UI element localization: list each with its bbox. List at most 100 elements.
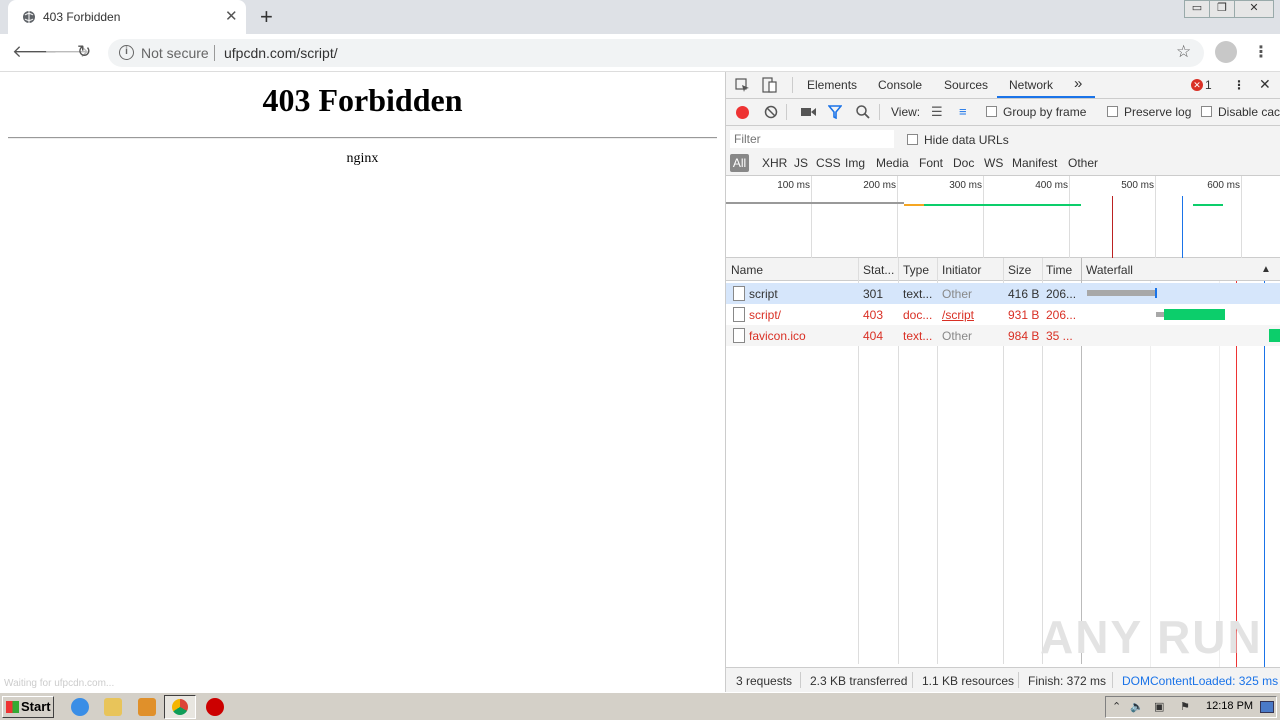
tab-sources[interactable]: Sources: [944, 78, 988, 92]
list-view-icon[interactable]: ☰: [931, 104, 943, 120]
not-secure-label[interactable]: Not secure: [141, 45, 209, 61]
table-row[interactable]: favicon.ico 404 text... Other 984 B 35 .…: [726, 325, 1280, 346]
hide-data-urls-checkbox[interactable]: Hide data URLs: [907, 133, 1009, 147]
address-bar[interactable]: i Not secure ufpcdn.com/script/ ☆: [108, 39, 1204, 67]
inspect-element-icon[interactable]: [735, 78, 750, 93]
column-initiator[interactable]: Initiator: [942, 263, 981, 277]
info-icon[interactable]: i: [119, 45, 134, 60]
media-player-icon[interactable]: [138, 698, 156, 716]
waterfall-bar: [1164, 309, 1225, 320]
show-desktop-icon[interactable]: [1260, 701, 1274, 713]
window-close-button[interactable]: ✕: [1234, 0, 1274, 18]
request-time: 35 ...: [1046, 329, 1073, 343]
tab-network[interactable]: Network: [1009, 78, 1053, 92]
new-tab-button[interactable]: +: [260, 4, 273, 30]
request-status: 403: [863, 308, 884, 322]
tab-elements[interactable]: Elements: [807, 78, 857, 92]
flag-icon[interactable]: ⚑: [1180, 700, 1190, 713]
group-by-frame-checkbox[interactable]: Group by frame: [986, 105, 1086, 119]
volume-icon[interactable]: 🔈: [1130, 700, 1144, 713]
kebab-menu-icon[interactable]: ⋮: [1253, 42, 1269, 62]
restore-button[interactable]: ❐: [1209, 0, 1235, 18]
tab-console[interactable]: Console: [878, 78, 922, 92]
chrome-taskbar-button[interactable]: [164, 695, 196, 719]
filter-icon[interactable]: [828, 105, 842, 119]
column-type[interactable]: Type: [903, 263, 929, 277]
start-label: Start: [21, 699, 51, 714]
type-filter-ws[interactable]: WS: [984, 156, 1003, 170]
reload-icon[interactable]: ↻: [77, 42, 91, 62]
request-size: 931 B: [1008, 308, 1040, 322]
request-initiator-link[interactable]: /script: [942, 308, 974, 322]
clear-icon[interactable]: [764, 105, 778, 119]
column-size[interactable]: Size: [1008, 263, 1031, 277]
devtools-menu-icon[interactable]: ⋮: [1233, 78, 1245, 92]
type-filter-xhr[interactable]: XHR: [762, 156, 787, 170]
overview-bar-green: [924, 204, 1081, 206]
table-row[interactable]: script 301 text... Other 416 B 206...: [726, 283, 1280, 304]
windows-logo-icon: [6, 701, 19, 713]
overview-tick: 200 ms: [863, 180, 896, 191]
column-name[interactable]: Name: [731, 263, 763, 277]
timeline-overview[interactable]: 100 ms 200 ms 300 ms 400 ms 500 ms 600 m…: [726, 176, 1280, 258]
request-initiator: Other: [942, 329, 973, 343]
overview-tick: 400 ms: [1035, 180, 1068, 191]
overview-tick: 100 ms: [777, 180, 810, 191]
minimize-button[interactable]: ▭: [1184, 0, 1210, 18]
type-filter-js[interactable]: JS: [794, 156, 808, 170]
network-status-bar: 3 requests 2.3 KB transferred 1.1 KB res…: [726, 667, 1280, 692]
close-tab-icon[interactable]: ✕: [225, 7, 238, 25]
column-waterfall[interactable]: Waterfall: [1086, 263, 1133, 277]
error-count[interactable]: 1: [1205, 78, 1212, 92]
dom-content-loaded-line: [1182, 196, 1183, 258]
page-divider: [8, 137, 717, 139]
type-filter-media[interactable]: Media: [876, 156, 909, 170]
type-filter-css[interactable]: CSS: [816, 156, 841, 170]
more-tabs-icon[interactable]: »: [1074, 75, 1082, 92]
waterfall-view-icon[interactable]: ≡: [959, 104, 967, 119]
waterfall-bar: [1269, 329, 1280, 342]
screenshot-camera-icon[interactable]: [801, 107, 816, 117]
column-status[interactable]: Stat...: [863, 263, 894, 277]
disable-cache-checkbox[interactable]: Disable cac: [1201, 105, 1280, 119]
load-event-line: [1112, 196, 1113, 258]
tray-expand-icon[interactable]: ⌃: [1112, 700, 1121, 713]
status-divider: [1112, 672, 1113, 688]
request-type: text...: [903, 329, 933, 343]
type-filter-img[interactable]: Img: [845, 156, 865, 170]
type-filter-manifest[interactable]: Manifest: [1012, 156, 1057, 170]
error-icon[interactable]: ✕: [1191, 79, 1203, 91]
device-toolbar-icon[interactable]: [762, 77, 777, 94]
url-text[interactable]: ufpcdn.com/script/: [224, 45, 338, 61]
toolbar-divider: [786, 104, 787, 120]
filter-input[interactable]: [730, 130, 894, 148]
sort-up-icon[interactable]: ▲: [1261, 264, 1271, 275]
folder-icon[interactable]: [104, 698, 122, 716]
type-filter-other[interactable]: Other: [1068, 156, 1098, 170]
table-row[interactable]: script/ 403 doc... /script 931 B 206...: [726, 304, 1280, 325]
type-filter-font[interactable]: Font: [919, 156, 943, 170]
status-divider: [912, 672, 913, 688]
record-icon[interactable]: [736, 106, 749, 119]
start-button[interactable]: Start: [2, 696, 54, 718]
profile-avatar-icon[interactable]: [1215, 41, 1237, 63]
security-alert-icon[interactable]: [206, 698, 224, 716]
request-type: doc...: [903, 308, 933, 322]
tab-403-forbidden[interactable]: 403 Forbidden ✕: [8, 0, 246, 34]
bookmark-star-icon[interactable]: ☆: [1176, 42, 1191, 62]
ie-icon[interactable]: [71, 698, 89, 716]
column-time[interactable]: Time: [1046, 263, 1072, 277]
search-icon[interactable]: [856, 105, 870, 119]
close-devtools-icon[interactable]: ✕: [1259, 76, 1271, 93]
status-divider: [1018, 672, 1019, 688]
browser-toolbar: 🡐 🡒 ↻ i Not secure ufpcdn.com/script/ ☆ …: [0, 34, 1280, 72]
type-filter-all[interactable]: All: [730, 154, 749, 172]
preserve-log-checkbox[interactable]: Preserve log: [1107, 105, 1191, 119]
status-divider: [800, 672, 801, 688]
toolbar-divider: [879, 104, 880, 120]
waterfall-bar: [1087, 290, 1155, 296]
network-icon[interactable]: ▣: [1154, 700, 1164, 713]
tab-divider: [792, 77, 793, 93]
overview-gridline: [1241, 176, 1242, 258]
type-filter-doc[interactable]: Doc: [953, 156, 974, 170]
